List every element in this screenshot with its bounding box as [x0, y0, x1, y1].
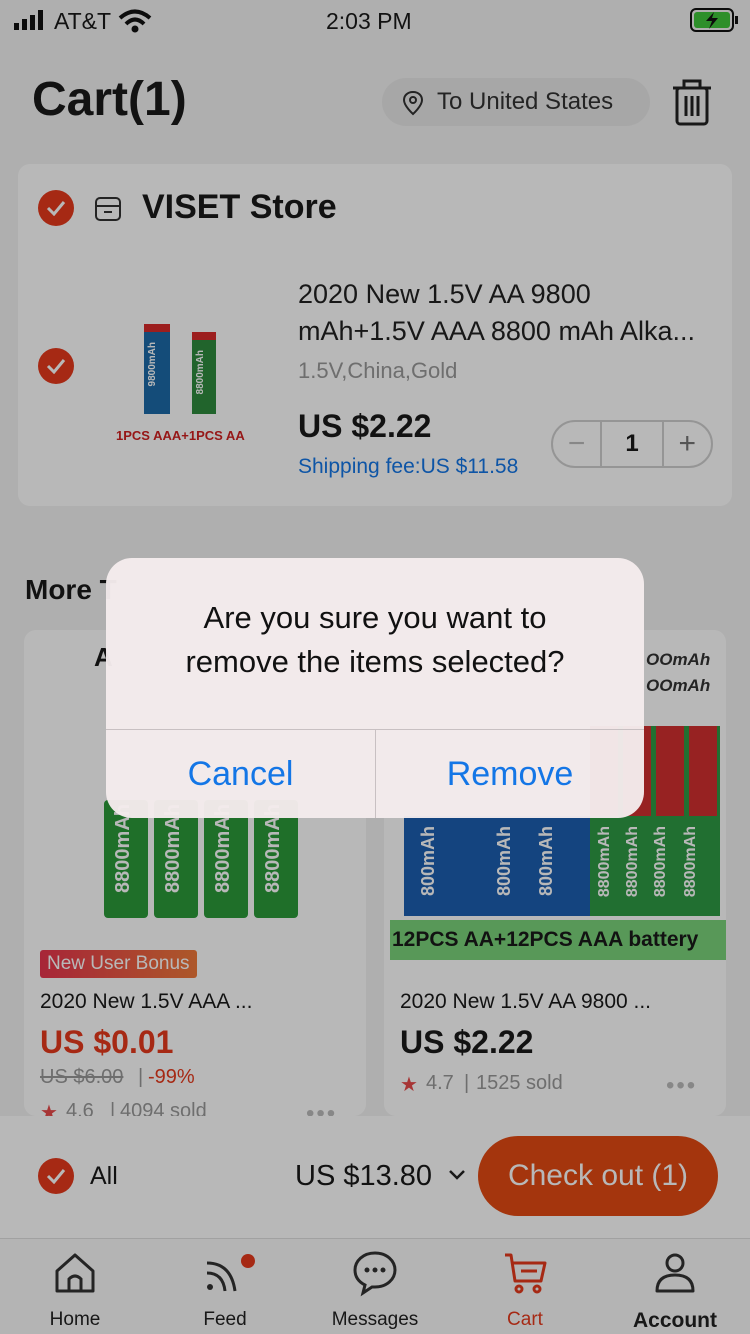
cancel-button[interactable]: Cancel [106, 730, 375, 818]
remove-button[interactable]: Remove [376, 730, 644, 818]
confirm-dialog: Are you sure you want to remove the item… [106, 558, 644, 818]
dialog-message: Are you sure you want to remove the item… [185, 600, 565, 679]
